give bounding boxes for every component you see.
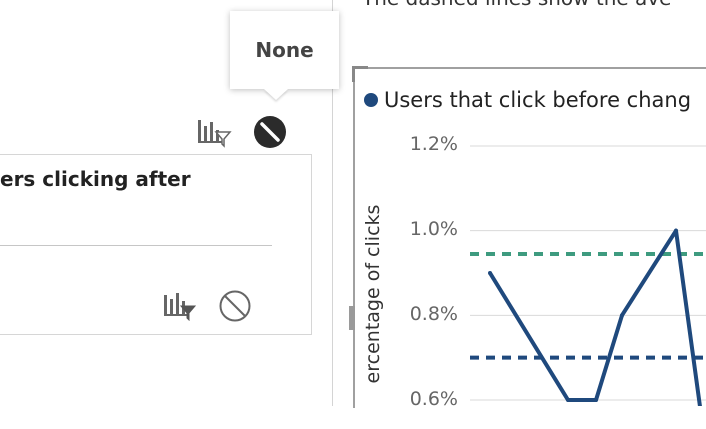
data-point[interactable] xyxy=(674,228,678,233)
tooltip-arrow xyxy=(264,89,288,100)
series-line[interactable] xyxy=(488,228,702,406)
no-filter-icon xyxy=(219,290,251,322)
y-tick-label: 0.6% xyxy=(409,388,458,410)
card-divider xyxy=(0,245,272,246)
tooltip-text: None xyxy=(255,38,314,62)
card-title: ers clicking after xyxy=(0,167,191,191)
corner-handle-icon xyxy=(351,65,368,82)
data-point[interactable] xyxy=(488,271,492,275)
no-filter-button[interactable] xyxy=(253,115,287,149)
line-chart-plot xyxy=(470,145,706,406)
legend-marker xyxy=(364,93,378,107)
filter-visual-button[interactable] xyxy=(196,116,232,148)
data-point[interactable] xyxy=(566,398,570,402)
data-point[interactable] xyxy=(620,313,624,318)
bar-chart-filter-icon xyxy=(198,120,232,148)
legend-label: Users that click before chang xyxy=(384,88,692,112)
resize-handle-top-left[interactable] xyxy=(351,65,370,84)
y-tick-label: 0.8% xyxy=(409,303,458,325)
data-point[interactable] xyxy=(594,398,598,402)
bar-chart-filter-icon xyxy=(164,293,197,322)
resize-handle-left[interactable] xyxy=(349,306,355,330)
y-tick-label: 1.2% xyxy=(409,133,458,155)
card-filter-visual-button[interactable] xyxy=(162,289,197,322)
card-no-filter-button[interactable] xyxy=(218,289,252,323)
chart-legend[interactable]: Users that click before chang xyxy=(364,88,706,112)
filter-card: ers clicking after xyxy=(0,154,312,335)
no-filter-icon xyxy=(254,116,286,148)
y-tick-label: 1.0% xyxy=(409,218,458,240)
chart-caption: The dashed lines show the ave xyxy=(362,0,706,10)
tooltip: None xyxy=(230,11,339,89)
y-axis-label: ercentage of clicks xyxy=(362,204,384,384)
